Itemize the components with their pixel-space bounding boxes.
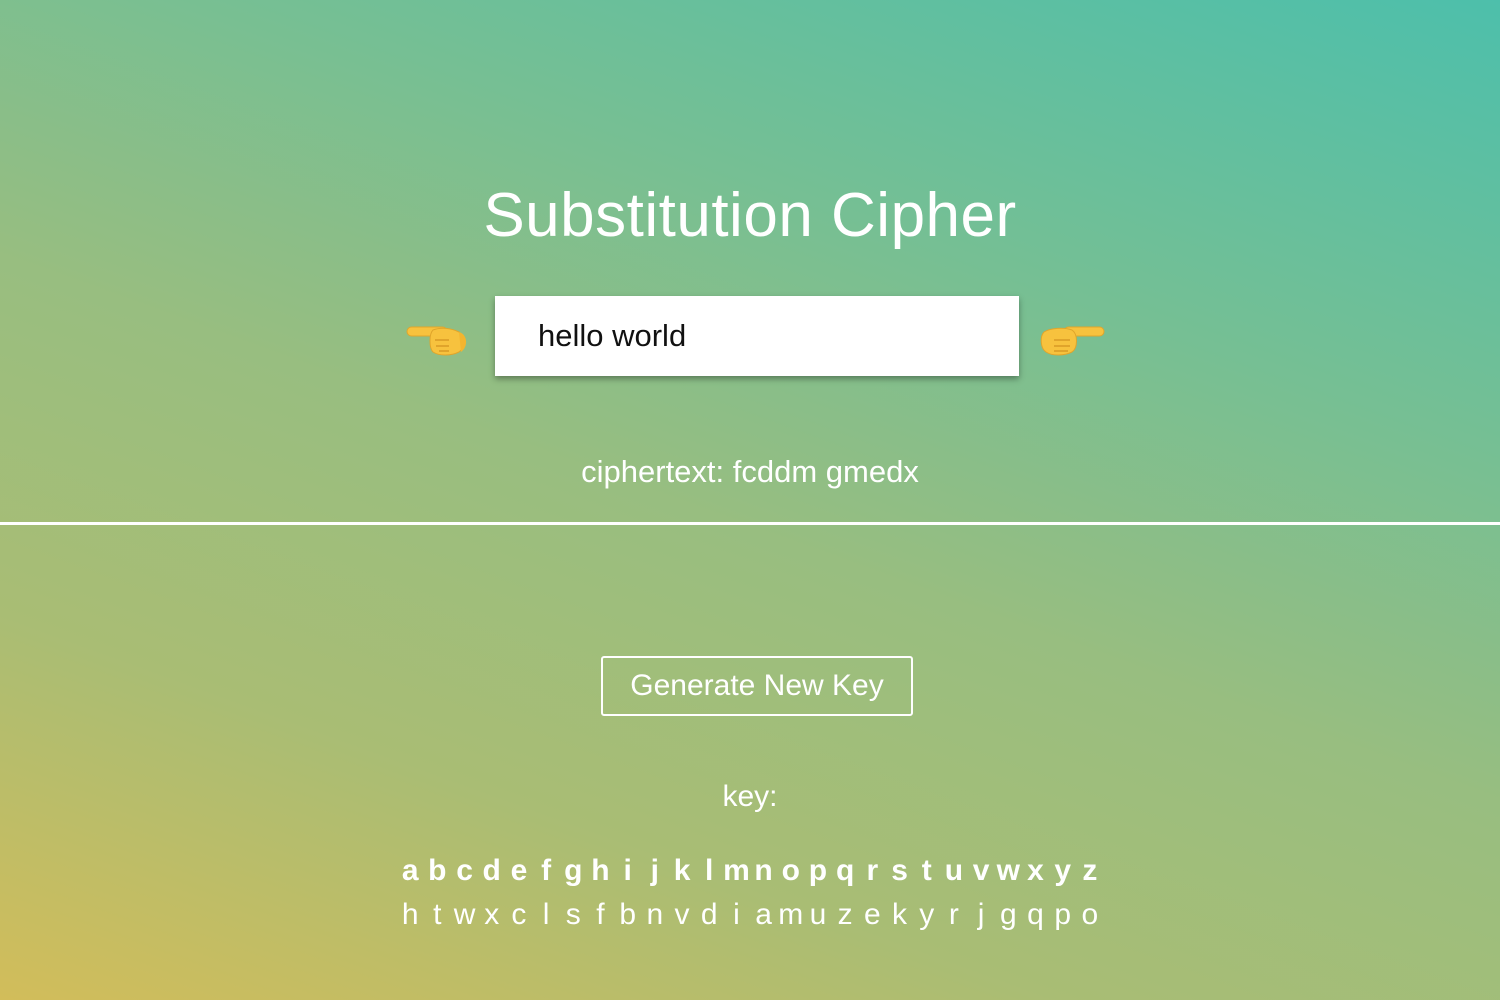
key-cipher-letter: n xyxy=(646,898,664,931)
key-plain-alphabet: abcdefghijklmnopqrstuvwxyz xyxy=(0,854,1500,888)
key-plain-letter: s xyxy=(891,854,908,887)
key-cipher-letter: g xyxy=(999,898,1017,931)
key-plain-letter: w xyxy=(996,854,1020,887)
key-plain-letter: k xyxy=(673,854,691,887)
key-plain-letter: z xyxy=(1082,854,1098,887)
key-cipher-letter: w xyxy=(453,898,476,931)
key-cipher-letter: c xyxy=(511,898,527,931)
key-plain-letter: n xyxy=(754,854,773,887)
pointing-right-hand-icon xyxy=(405,318,471,358)
key-plain-letter: d xyxy=(482,854,501,887)
key-plain-letter: h xyxy=(591,854,610,887)
key-cipher-letter: f xyxy=(596,898,605,931)
key-cipher-letter: h xyxy=(401,898,419,931)
key-cipher-letter: d xyxy=(700,898,718,931)
key-cipher-letter: e xyxy=(864,898,881,931)
ciphertext-output: ciphertext: fcddm gmedx xyxy=(581,454,919,489)
key-plain-letter: p xyxy=(808,854,828,887)
key-cipher-letter: u xyxy=(809,898,827,931)
key-cipher-letter: p xyxy=(1054,898,1071,931)
key-cipher-letter: b xyxy=(619,898,636,931)
key-cipher-letter: a xyxy=(755,898,772,931)
key-plain-letter: a xyxy=(401,854,419,887)
generate-new-key-button[interactable]: Generate New Key xyxy=(601,656,913,716)
key-cipher-letter: j xyxy=(977,898,985,931)
key-plain-letter: y xyxy=(1054,854,1071,887)
key-cipher-letter: k xyxy=(892,898,908,931)
key-cipher-letter: l xyxy=(542,898,550,931)
key-plain-letter: o xyxy=(781,854,800,887)
key-plain-letter: c xyxy=(456,854,473,887)
key-label: key: xyxy=(722,780,778,813)
key-cipher-letter: y xyxy=(919,898,935,931)
plaintext-input[interactable] xyxy=(538,318,998,354)
key-plain-letter: x xyxy=(1027,854,1044,887)
key-plain-letter: l xyxy=(705,854,714,887)
key-cipher-alphabet: htwxclsfbnvdiamuzekyrjgqpo xyxy=(0,898,1500,932)
key-cipher-letter: q xyxy=(1027,898,1044,931)
key-plain-letter: u xyxy=(944,854,964,887)
key-cipher-letter: z xyxy=(837,898,853,931)
key-plain-letter: r xyxy=(866,854,879,887)
key-cipher-letter: o xyxy=(1081,898,1099,931)
key-plain-letter: i xyxy=(623,854,632,887)
key-plain-letter: b xyxy=(428,854,447,887)
pointing-right-hand-icon xyxy=(1040,318,1106,358)
key-cipher-letter: x xyxy=(484,898,500,931)
key-cipher-letter: i xyxy=(733,898,740,931)
key-cipher-letter: t xyxy=(433,898,442,931)
key-plain-letter: t xyxy=(921,854,932,887)
key-plain-letter: q xyxy=(835,854,855,887)
key-plain-letter: g xyxy=(564,854,583,887)
key-cipher-letter: m xyxy=(778,898,804,931)
key-plain-letter: e xyxy=(510,854,528,887)
key-plain-letter: m xyxy=(723,854,750,887)
plaintext-input-container xyxy=(495,296,1019,376)
key-plain-letter: f xyxy=(541,854,552,887)
key-cipher-letter: v xyxy=(674,898,690,931)
key-plain-letter: v xyxy=(972,854,990,887)
key-cipher-letter: s xyxy=(565,898,581,931)
divider xyxy=(0,522,1500,525)
key-cipher-letter: r xyxy=(948,898,959,931)
page-title: Substitution Cipher xyxy=(483,181,1017,250)
key-plain-letter: j xyxy=(650,854,660,887)
